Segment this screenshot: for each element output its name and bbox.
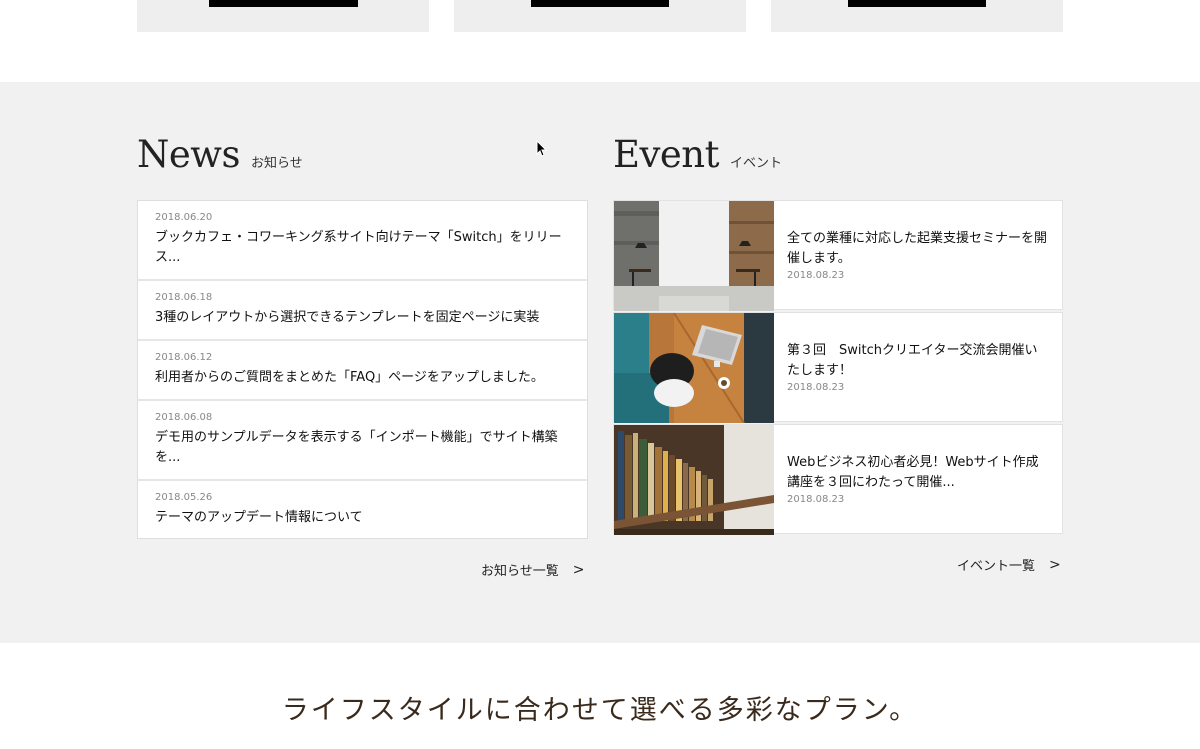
- plan-heading: ライフスタイルに合わせて選べる多彩なプラン。: [281, 695, 919, 726]
- news-item[interactable]: 2018.06.12 利用者からのご質問をまとめた「FAQ」ページをアップしまし…: [138, 341, 587, 401]
- event-item[interactable]: 第３回 Switchクリエイター交流会開催いたします！ 2018.08.23: [613, 312, 1063, 423]
- news-heading-en: News: [137, 133, 240, 176]
- news-date: 2018.06.18: [155, 292, 213, 303]
- news-title[interactable]: 利用者からのご質問をまとめた「FAQ」ページをアップしました。: [155, 368, 570, 388]
- news-list: 2018.06.20 ブックカフェ・コワーキング系サイト向けテーマ「Switch…: [137, 200, 588, 539]
- news-item[interactable]: 2018.05.26 テーマのアップデート情報について: [138, 481, 587, 538]
- event-list: 全ての業種に対応した起業支援セミナーを開催します。 2018.08.23 第３回…: [613, 200, 1063, 536]
- news-date: 2018.05.26: [155, 492, 213, 503]
- event-more-link[interactable]: イベント一覧 >: [957, 555, 1061, 575]
- event-text: Webビジネス初心者必見！Webサイト作成講座を３回にわたって開催... 201…: [787, 425, 1047, 535]
- bookshelf-image[interactable]: [614, 425, 774, 535]
- news-item[interactable]: 2018.06.08 デモ用のサンプルデータを表示する「インポート機能」でサイト…: [138, 401, 587, 481]
- news-date: 2018.06.20: [155, 212, 213, 223]
- news-item[interactable]: 2018.06.20 ブックカフェ・コワーキング系サイト向けテーマ「Switch…: [138, 201, 587, 281]
- event-title[interactable]: 第３回 Switchクリエイター交流会開催いたします！: [787, 341, 1047, 381]
- top-card-3[interactable]: [771, 0, 1063, 32]
- event-title[interactable]: 全ての業種に対応した起業支援セミナーを開催します。: [787, 229, 1047, 269]
- news-item[interactable]: 2018.06.18 3種のレイアウトから選択できるテンプレートを固定ページに実…: [138, 281, 587, 341]
- office-interior-image[interactable]: [614, 201, 774, 311]
- news-title[interactable]: デモ用のサンプルデータを表示する「インポート機能」でサイト構築を...: [155, 428, 570, 468]
- news-date: 2018.06.12: [155, 352, 213, 363]
- news-title[interactable]: 3種のレイアウトから選択できるテンプレートを固定ページに実装: [155, 308, 570, 328]
- top-card-2[interactable]: [454, 0, 746, 32]
- event-date: 2018.08.23: [787, 494, 845, 505]
- top-card-1[interactable]: [137, 0, 429, 32]
- news-more-link[interactable]: お知らせ一覧 >: [481, 560, 585, 580]
- laptop-cafe-image[interactable]: [614, 313, 774, 423]
- news-heading-ja: お知らせ: [250, 156, 303, 171]
- news-more-label[interactable]: お知らせ一覧: [481, 560, 559, 579]
- event-heading: Event イベント: [613, 136, 782, 173]
- news-title[interactable]: ブックカフェ・コワーキング系サイト向けテーマ「Switch」をリリース...: [155, 228, 570, 268]
- event-more-label[interactable]: イベント一覧: [957, 555, 1035, 574]
- event-item[interactable]: Webビジネス初心者必見！Webサイト作成講座を３回にわたって開催... 201…: [613, 424, 1063, 535]
- top-card-strip: [0, 0, 1200, 82]
- news-date: 2018.06.08: [155, 412, 213, 423]
- top-card-2-button[interactable]: [531, 0, 669, 7]
- mouse-cursor-icon: [536, 139, 548, 161]
- news-title[interactable]: テーマのアップデート情報について: [155, 508, 570, 528]
- top-card-1-button[interactable]: [209, 0, 358, 7]
- event-heading-en: Event: [613, 133, 720, 176]
- top-card-3-button[interactable]: [848, 0, 986, 7]
- event-text: 第３回 Switchクリエイター交流会開催いたします！ 2018.08.23: [787, 313, 1047, 423]
- event-heading-ja: イベント: [730, 156, 783, 171]
- news-heading: News お知らせ: [137, 136, 303, 173]
- event-text: 全ての業種に対応した起業支援セミナーを開催します。 2018.08.23: [787, 201, 1047, 311]
- event-title[interactable]: Webビジネス初心者必見！Webサイト作成講座を３回にわたって開催...: [787, 453, 1047, 493]
- event-date: 2018.08.23: [787, 382, 845, 393]
- event-item[interactable]: 全ての業種に対応した起業支援セミナーを開催します。 2018.08.23: [613, 200, 1063, 311]
- event-date: 2018.08.23: [787, 270, 845, 281]
- chevron-right-icon: >: [1049, 556, 1061, 573]
- chevron-right-icon: >: [572, 561, 585, 578]
